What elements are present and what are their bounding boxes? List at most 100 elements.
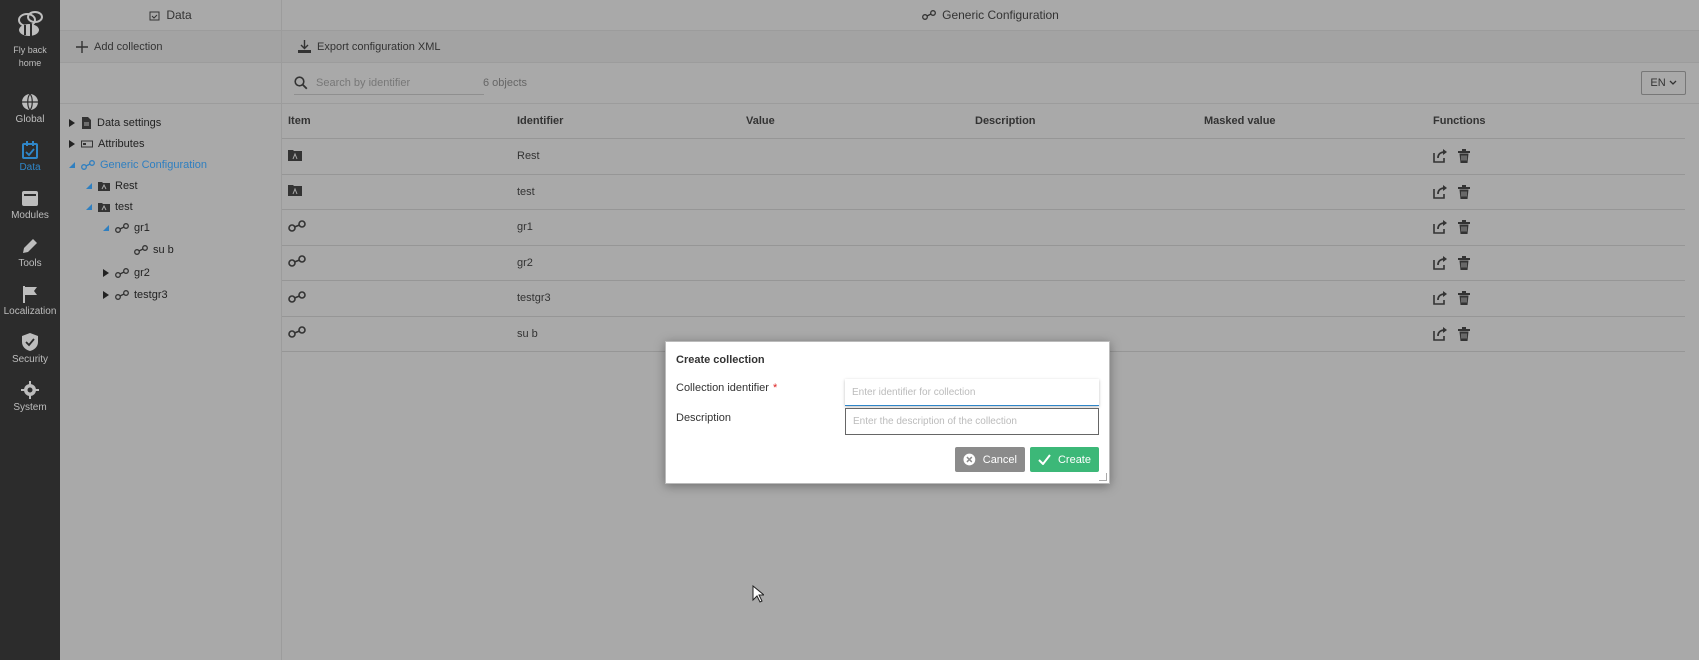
collapse-arrow-icon[interactable] xyxy=(68,161,76,169)
nav-item-global[interactable]: Global xyxy=(0,92,60,136)
group-link-icon xyxy=(288,326,306,339)
tree-node-gr2[interactable]: gr2 xyxy=(102,263,150,283)
nav-item-tools[interactable]: Tools xyxy=(0,236,60,280)
tree-node-label: gr2 xyxy=(134,267,150,279)
identifier-cell: su b xyxy=(517,327,538,340)
attributes-icon xyxy=(81,140,93,148)
language-select[interactable]: EN xyxy=(1641,71,1686,95)
table-row[interactable]: test xyxy=(282,175,1685,210)
identifier-cell: gr2 xyxy=(517,256,533,269)
column-header-masked-value[interactable]: Masked value xyxy=(1198,115,1427,127)
plus-icon xyxy=(76,40,88,53)
description-label: Description xyxy=(676,412,732,424)
export-icon[interactable] xyxy=(1433,149,1448,164)
identifier-cell: Rest xyxy=(517,150,540,163)
functions-cell xyxy=(1427,291,1685,306)
trash-icon[interactable] xyxy=(1458,291,1470,306)
column-header-description[interactable]: Description xyxy=(969,115,1198,127)
main-title: Generic Configuration xyxy=(942,8,1059,22)
fly-back-home-button[interactable]: Fly back home xyxy=(0,8,60,70)
expand-arrow-icon[interactable] xyxy=(102,269,110,277)
nav-item-security[interactable]: Security xyxy=(0,332,60,376)
modules-icon xyxy=(22,191,38,206)
item-cell xyxy=(282,184,511,199)
export-icon[interactable] xyxy=(1433,184,1448,199)
export-icon[interactable] xyxy=(1433,326,1448,341)
main-navigation: Fly back home Global Data Modules Tools … xyxy=(0,0,60,660)
mouse-cursor-icon xyxy=(752,585,764,603)
nav-label-tools: Tools xyxy=(18,258,42,269)
shield-icon xyxy=(22,333,38,351)
column-header-value[interactable]: Value xyxy=(740,115,969,127)
group-link-icon xyxy=(115,290,129,300)
tree-node-label: Attributes xyxy=(98,138,145,150)
collapse-arrow-icon[interactable] xyxy=(85,182,93,190)
nav-label-modules: Modules xyxy=(11,210,49,221)
resize-grip[interactable] xyxy=(1099,473,1107,481)
tree-node-rest[interactable]: Rest xyxy=(85,176,138,196)
tree-node-su-b[interactable]: su b xyxy=(134,240,174,260)
trash-icon[interactable] xyxy=(1458,149,1470,164)
objects-table: Item Identifier Value Description Masked… xyxy=(282,104,1685,352)
tree-node-test[interactable]: test xyxy=(85,197,133,217)
identifier-cell: test xyxy=(517,185,535,198)
table-row[interactable]: gr1 xyxy=(282,210,1685,246)
expand-arrow-icon[interactable] xyxy=(68,140,76,148)
export-xml-button[interactable]: Export configuration XML xyxy=(282,31,1699,63)
search-row: 6 objects EN xyxy=(282,63,1699,104)
tree-panel-title: Data xyxy=(166,8,192,22)
nav-label-global: Global xyxy=(15,114,45,125)
search-input[interactable] xyxy=(316,76,476,89)
fly-back-label-line2: home xyxy=(18,58,42,68)
cancel-button[interactable]: Cancel xyxy=(955,447,1025,472)
export-icon[interactable] xyxy=(1433,291,1448,306)
nav-item-system[interactable]: System xyxy=(0,380,60,424)
main-content: Generic Configuration Export configurati… xyxy=(282,0,1699,660)
tree-spacer xyxy=(60,63,281,104)
tree-node-generic-configuration[interactable]: Generic Configuration xyxy=(68,155,207,175)
tree-node-gr1[interactable]: gr1 xyxy=(102,218,150,238)
group-link-icon xyxy=(922,10,937,20)
collection-identifier-input[interactable] xyxy=(845,379,1099,406)
export-icon[interactable] xyxy=(1433,255,1448,270)
tree-node-label: su b xyxy=(153,244,174,256)
expand-arrow-icon[interactable] xyxy=(68,119,76,127)
search-box xyxy=(294,71,484,95)
dialog-title: Create collection xyxy=(676,354,765,366)
table-header: Item Identifier Value Description Masked… xyxy=(282,104,1685,139)
trash-icon[interactable] xyxy=(1458,255,1470,270)
folder-icon xyxy=(288,185,302,197)
create-collection-dialog: Create collection Collection identifier *… xyxy=(665,341,1110,484)
nav-item-data[interactable]: Data xyxy=(0,140,60,184)
table-row[interactable]: gr2 xyxy=(282,246,1685,281)
collapse-arrow-icon[interactable] xyxy=(102,224,110,232)
trash-icon[interactable] xyxy=(1458,184,1470,199)
collapse-arrow-icon[interactable] xyxy=(85,203,93,211)
column-header-identifier[interactable]: Identifier xyxy=(511,115,740,127)
table-row[interactable]: Rest xyxy=(282,139,1685,175)
column-header-item[interactable]: Item xyxy=(282,115,511,127)
identifier-cell: gr1 xyxy=(517,221,533,234)
item-cell xyxy=(282,149,511,164)
tree-node-data-settings[interactable]: Data settings xyxy=(68,113,161,133)
add-collection-button[interactable]: Add collection xyxy=(60,31,281,63)
expand-arrow-icon[interactable] xyxy=(102,291,110,299)
calendar-check-icon xyxy=(149,11,160,20)
tree-node-label: testgr3 xyxy=(134,289,168,301)
description-input[interactable] xyxy=(845,408,1099,435)
search-icon xyxy=(294,75,308,89)
flag-icon xyxy=(23,286,37,303)
trash-icon[interactable] xyxy=(1458,326,1470,341)
nav-label-localization: Localization xyxy=(3,306,57,317)
tree-node-attributes[interactable]: Attributes xyxy=(68,134,144,154)
create-label: Create xyxy=(1057,453,1091,466)
table-row[interactable]: testgr3 xyxy=(282,281,1685,317)
tree-node-testgr3[interactable]: testgr3 xyxy=(102,285,168,305)
nav-label-security: Security xyxy=(11,354,49,365)
nav-item-modules[interactable]: Modules xyxy=(0,188,60,232)
nav-item-localization[interactable]: Localization xyxy=(0,284,60,328)
create-button[interactable]: Create xyxy=(1030,447,1099,472)
export-icon[interactable] xyxy=(1433,220,1448,235)
functions-cell xyxy=(1427,326,1685,341)
trash-icon[interactable] xyxy=(1458,220,1470,235)
